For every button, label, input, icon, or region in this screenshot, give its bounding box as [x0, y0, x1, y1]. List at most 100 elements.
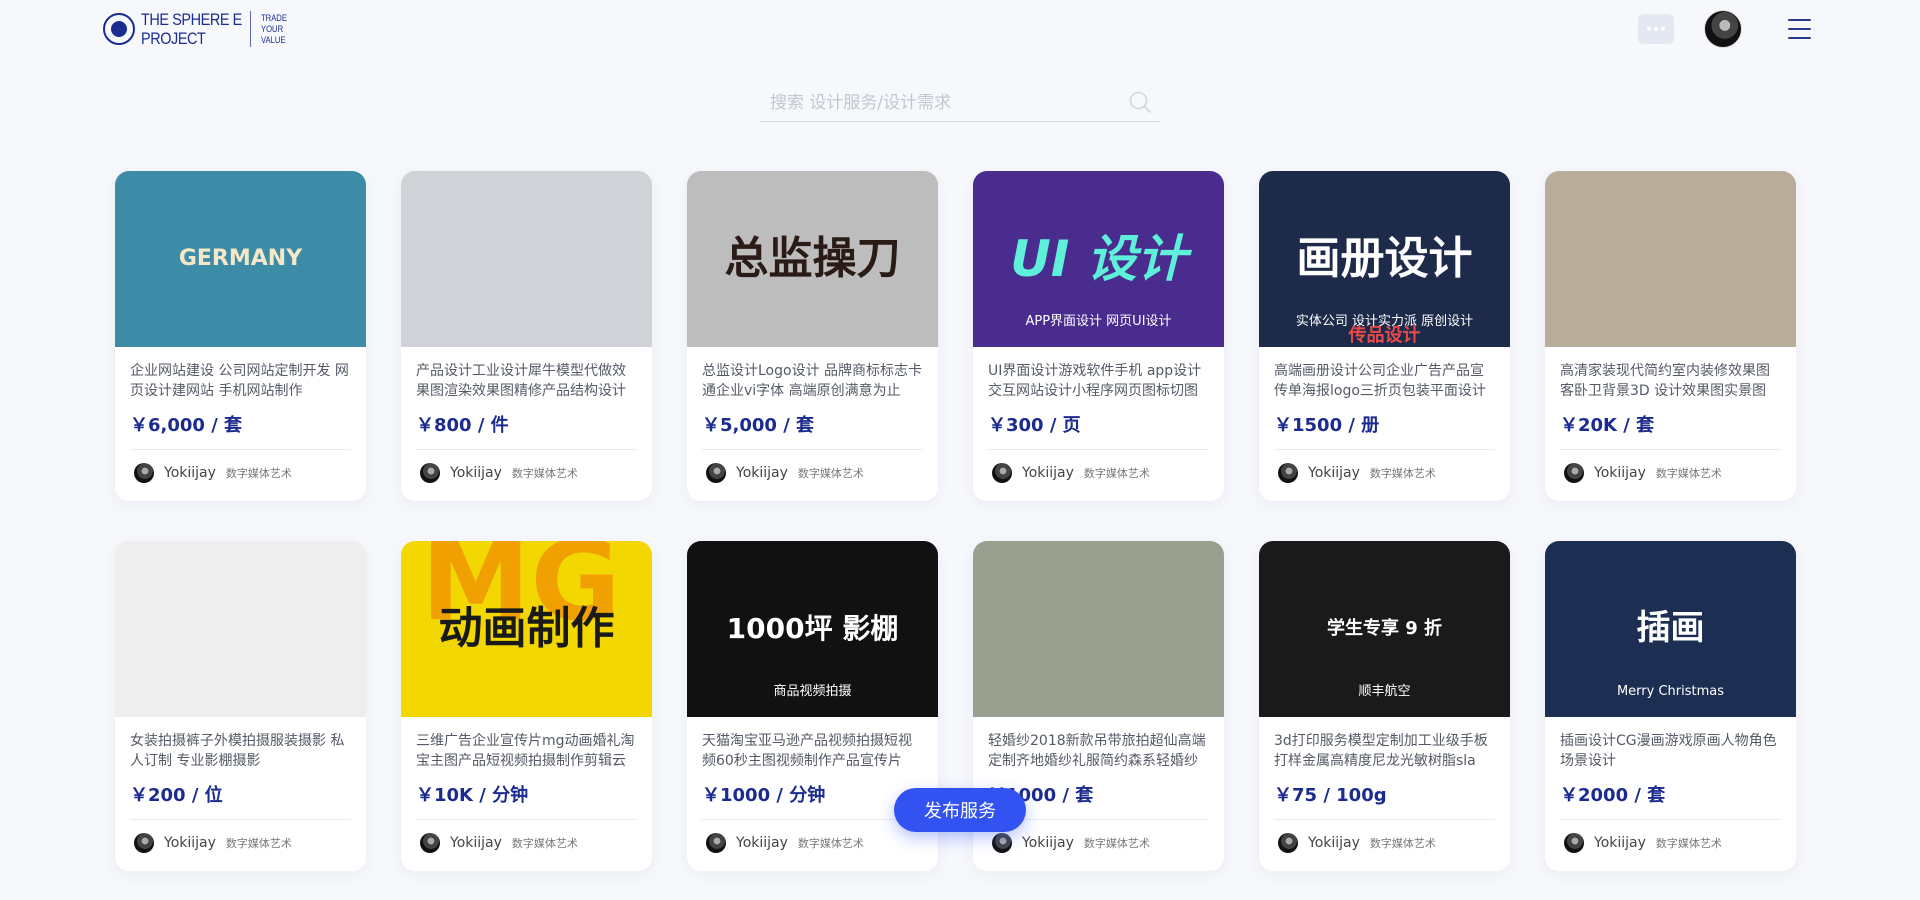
service-thumbnail[interactable]: [401, 171, 652, 347]
seller-info[interactable]: Yokiijay 数字媒体艺术: [1560, 820, 1781, 866]
seller-avatar[interactable]: [1564, 833, 1584, 853]
seller-info[interactable]: Yokiijay 数字媒体艺术: [702, 820, 923, 866]
service-card[interactable]: MG 动画制作 三维广告企业宣传片mg动画婚礼淘宝主图产品短视频拍摄制作剪辑云 ￥10…: [401, 541, 652, 871]
service-title[interactable]: 高端画册设计公司企业广告产品宣传单海报logo三折页包装平面设计: [1274, 361, 1495, 401]
brand-logo[interactable]: THE SPHERE E PROJECT TRADE YOUR VALUE: [103, 10, 291, 48]
seller-info[interactable]: Yokiijay 数字媒体艺术: [130, 820, 351, 866]
service-title[interactable]: 三维广告企业宣传片mg动画婚礼淘宝主图产品短视频拍摄制作剪辑云: [416, 731, 637, 771]
thumbnail-label: 学生专享 9 折: [1326, 618, 1443, 640]
logo-divider: [249, 11, 251, 47]
thumbnail-label: 总监操刀: [724, 232, 901, 284]
thumbnail-sub: APP界面设计 网页UI设计: [1025, 314, 1172, 329]
service-card[interactable]: 学生专享 9 折顺丰航空 3d打印服务模型定制加工业级手板打样金属高精度尼龙光敏树…: [1259, 541, 1510, 871]
user-avatar[interactable]: [1704, 10, 1742, 48]
service-title[interactable]: 插画设计CG漫画游戏原画人物角色场景设计: [1560, 731, 1781, 771]
seller-info[interactable]: Yokiijay 数字媒体艺术: [130, 450, 351, 496]
seller-avatar[interactable]: [1564, 463, 1584, 483]
seller-name[interactable]: Yokiijay: [736, 465, 788, 481]
card-body: 3d打印服务模型定制加工业级手板打样金属高精度尼龙光敏树脂sla ￥75 / 10…: [1259, 717, 1510, 866]
seller-name[interactable]: Yokiijay: [1308, 835, 1360, 851]
brand-tagline: TRADE YOUR VALUE: [260, 12, 287, 45]
service-card[interactable]: 女装拍摄裤子外模拍摄服装摄影 私人订制 专业影棚摄影 ￥200 / 位 Yokiij…: [115, 541, 366, 871]
service-thumbnail[interactable]: GERMANY: [115, 171, 366, 347]
seller-tag: 数字媒体艺术: [1083, 467, 1150, 480]
service-title[interactable]: UI界面设计游戏软件手机 app设计交互网站设计小程序网页图标切图: [988, 361, 1209, 401]
search-input[interactable]: [760, 86, 1120, 120]
seller-tag: 数字媒体艺术: [511, 837, 578, 850]
service-card[interactable]: UI 设计 APP界面设计 网页UI设计 UI界面设计游戏软件手机 app设计交互网…: [973, 171, 1224, 501]
thumbnail-label: 1000坪 影棚: [726, 611, 899, 645]
thumbnail-label: 画册设计: [1296, 232, 1473, 284]
seller-avatar[interactable]: [992, 463, 1012, 483]
seller-avatar[interactable]: [420, 833, 440, 853]
service-title[interactable]: 天猫淘宝亚马逊产品视频拍摄短视频60秒主图视频制作产品宣传片: [702, 731, 923, 771]
search-icon[interactable]: [1128, 90, 1152, 114]
seller-name[interactable]: Yokiijay: [736, 835, 788, 851]
service-thumbnail[interactable]: UI 设计 APP界面设计 网页UI设计: [973, 171, 1224, 347]
service-thumbnail[interactable]: 总监操刀: [687, 171, 938, 347]
publish-service-button[interactable]: 发布服务: [894, 788, 1026, 832]
messages-button[interactable]: [1638, 14, 1674, 44]
service-card[interactable]: 画册设计 实体公司 设计实力派 原创设计 传品设计 高端画册设计公司企业广告产品宣传单…: [1259, 171, 1510, 501]
service-card[interactable]: 插画 Merry Christmas 插画设计CG漫画游戏原画人物角色场景设计 ￥20…: [1545, 541, 1796, 871]
seller-avatar[interactable]: [420, 463, 440, 483]
service-title[interactable]: 产品设计工业设计犀牛模型代做效果图渲染效果图精修产品结构设计: [416, 361, 637, 401]
service-thumbnail[interactable]: MG 动画制作: [401, 541, 652, 717]
service-thumbnail[interactable]: [973, 541, 1224, 717]
service-title[interactable]: 总监设计Logo设计 品牌商标标志卡通企业vi字体 高端原创满意为止: [702, 361, 923, 401]
seller-name[interactable]: Yokiijay: [1022, 465, 1074, 481]
seller-info[interactable]: Yokiijay 数字媒体艺术: [1274, 450, 1495, 496]
service-card[interactable]: 产品设计工业设计犀牛模型代做效果图渲染效果图精修产品结构设计 ￥800 / 件 Yo…: [401, 171, 652, 501]
service-price: ￥1500 / 册: [1274, 415, 1380, 436]
service-title[interactable]: 轻婚纱2018新款吊带旅拍超仙高端定制齐地婚纱礼服简约森系轻婚纱: [988, 731, 1209, 771]
sphere-logo-icon: [103, 13, 135, 45]
service-price: ￥20K / 套: [1560, 415, 1655, 436]
service-title[interactable]: 高清家装现代简约室内装修效果图客卧卫背景3D 设计效果图实景图: [1560, 361, 1781, 401]
service-card[interactable]: GERMANY 企业网站建设 公司网站定制开发 网页设计建网站 手机网站制作 ￥6,…: [115, 171, 366, 501]
seller-name[interactable]: Yokiijay: [1308, 465, 1360, 481]
seller-name[interactable]: Yokiijay: [164, 465, 216, 481]
hamburger-icon[interactable]: [1788, 19, 1811, 39]
seller-name[interactable]: Yokiijay: [450, 465, 502, 481]
seller-avatar[interactable]: [706, 833, 726, 853]
seller-tag: 数字媒体艺术: [1369, 837, 1436, 850]
service-thumbnail[interactable]: 画册设计 实体公司 设计实力派 原创设计 传品设计: [1259, 171, 1510, 347]
card-body: 高清家装现代简约室内装修效果图客卧卫背景3D 设计效果图实景图 ￥20K / 套 Y…: [1545, 347, 1796, 496]
seller-avatar[interactable]: [992, 833, 1012, 853]
seller-info[interactable]: Yokiijay 数字媒体艺术: [702, 450, 923, 496]
seller-name[interactable]: Yokiijay: [1594, 465, 1646, 481]
seller-avatar[interactable]: [134, 463, 154, 483]
seller-info[interactable]: Yokiijay 数字媒体艺术: [1274, 820, 1495, 866]
service-price: ￥75 / 100g: [1274, 785, 1387, 806]
seller-avatar[interactable]: [706, 463, 726, 483]
service-thumbnail[interactable]: 1000坪 影棚 商品视频拍摄: [687, 541, 938, 717]
seller-tag: 数字媒体艺术: [1655, 467, 1722, 480]
seller-info[interactable]: Yokiijay 数字媒体艺术: [416, 820, 637, 866]
card-body: UI界面设计游戏软件手机 app设计交互网站设计小程序网页图标切图 ￥300 / …: [973, 347, 1224, 496]
seller-avatar[interactable]: [1278, 833, 1298, 853]
seller-tag: 数字媒体艺术: [1369, 467, 1436, 480]
card-body: 总监设计Logo设计 品牌商标标志卡通企业vi字体 高端原创满意为止 ￥5,000…: [687, 347, 938, 496]
chat-dots-icon: [1647, 27, 1651, 31]
seller-info[interactable]: Yokiijay 数字媒体艺术: [1560, 450, 1781, 496]
brand-name: THE SPHERE E PROJECT: [141, 10, 242, 48]
service-thumbnail[interactable]: [115, 541, 366, 717]
seller-info[interactable]: Yokiijay 数字媒体艺术: [988, 820, 1209, 866]
service-thumbnail[interactable]: 插画 Merry Christmas: [1545, 541, 1796, 717]
seller-avatar[interactable]: [1278, 463, 1298, 483]
service-card[interactable]: 总监操刀总监设计Logo设计 品牌商标标志卡通企业vi字体 高端原创满意为止 ￥5…: [687, 171, 938, 501]
seller-info[interactable]: Yokiijay 数字媒体艺术: [416, 450, 637, 496]
seller-info[interactable]: Yokiijay 数字媒体艺术: [988, 450, 1209, 496]
seller-name[interactable]: Yokiijay: [1594, 835, 1646, 851]
service-title[interactable]: 企业网站建设 公司网站定制开发 网页设计建网站 手机网站制作: [130, 361, 351, 401]
service-title[interactable]: 3d打印服务模型定制加工业级手板打样金属高精度尼龙光敏树脂sla: [1274, 731, 1495, 771]
seller-name[interactable]: Yokiijay: [1022, 835, 1074, 851]
service-thumbnail[interactable]: [1545, 171, 1796, 347]
seller-name[interactable]: Yokiijay: [164, 835, 216, 851]
service-card[interactable]: 高清家装现代简约室内装修效果图客卧卫背景3D 设计效果图实景图 ￥20K / 套 Y…: [1545, 171, 1796, 501]
card-body: 高端画册设计公司企业广告产品宣传单海报logo三折页包装平面设计 ￥1500 / …: [1259, 347, 1510, 496]
service-thumbnail[interactable]: 学生专享 9 折顺丰航空: [1259, 541, 1510, 717]
seller-avatar[interactable]: [134, 833, 154, 853]
service-title[interactable]: 女装拍摄裤子外模拍摄服装摄影 私人订制 专业影棚摄影: [130, 731, 351, 771]
seller-name[interactable]: Yokiijay: [450, 835, 502, 851]
